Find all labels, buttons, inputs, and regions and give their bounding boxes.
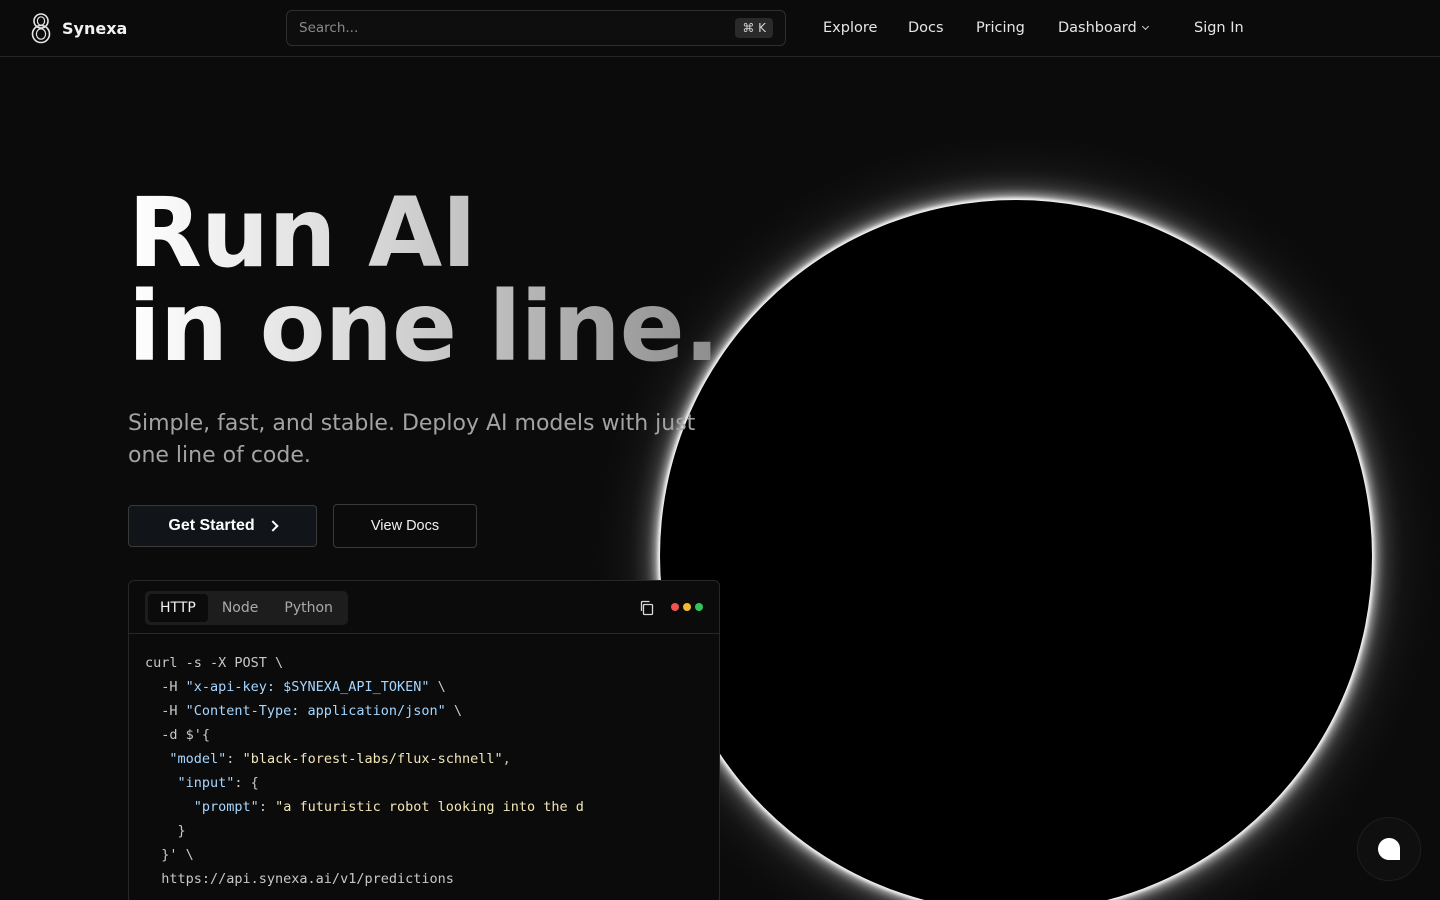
code-token: "model" xyxy=(169,751,227,767)
window-dots xyxy=(671,603,703,611)
search-box[interactable]: ⌘ K xyxy=(286,10,786,46)
code-line: "prompt": "a futuristic robot looking in… xyxy=(145,795,705,819)
code-token: } xyxy=(145,823,186,839)
code-token: "prompt" xyxy=(193,799,259,815)
get-started-button[interactable]: Get Started xyxy=(128,505,317,547)
brand-logo[interactable]: Synexa xyxy=(30,12,127,44)
code-line: https://api.synexa.ai/v1/predictions xyxy=(145,867,705,891)
code-block: curl -s -X POST \ -H "x-api-key: $SYNEXA… xyxy=(145,651,705,891)
chevron-right-icon xyxy=(266,520,279,532)
code-line: } xyxy=(145,819,705,843)
code-line: curl -s -X POST \ xyxy=(145,651,705,675)
hero-title-line-1: Run AI xyxy=(128,177,477,289)
code-token: "Content-Type: application/json" xyxy=(185,703,446,719)
top-nav: Synexa ⌘ K Explore Docs Pricing Dashboar… xyxy=(0,0,1440,57)
dot-yellow xyxy=(683,603,691,611)
nav-explore-link[interactable]: Explore xyxy=(823,18,877,38)
chevron-down-icon xyxy=(1141,22,1149,31)
code-token: -d $'{ xyxy=(145,727,211,743)
code-card-header: HTTP Node Python xyxy=(129,581,719,634)
nav-pricing-link[interactable]: Pricing xyxy=(976,18,1025,38)
code-token: \ xyxy=(429,679,446,695)
code-line: "model": "black-forest-labs/flux-schnell… xyxy=(145,747,705,771)
dot-red xyxy=(671,603,679,611)
brand-name: Synexa xyxy=(62,18,128,38)
dot-green xyxy=(695,603,703,611)
code-line: "input": { xyxy=(145,771,705,795)
code-token: : xyxy=(258,799,276,815)
code-token: -H xyxy=(145,703,186,719)
code-token: "input" xyxy=(177,775,235,791)
code-token: \ xyxy=(445,703,462,719)
code-token: , xyxy=(502,751,511,767)
search-input[interactable] xyxy=(287,11,727,45)
eclipse-orb-graphic xyxy=(660,200,1372,900)
language-tabs: HTTP Node Python xyxy=(145,591,348,625)
code-line: -H "x-api-key: $SYNEXA_API_TOKEN" \ xyxy=(145,675,705,699)
sign-in-link[interactable]: Sign In xyxy=(1194,18,1244,38)
hero-subtitle: Simple, fast, and stable. Deploy AI mode… xyxy=(128,411,696,468)
tab-node[interactable]: Node xyxy=(210,594,271,622)
get-started-label: Get Started xyxy=(168,517,255,534)
view-docs-button[interactable]: View Docs xyxy=(333,504,477,548)
tab-http[interactable]: HTTP xyxy=(148,594,208,622)
code-token: "black-forest-labs/flux-schnell" xyxy=(242,751,503,767)
nav-docs-link[interactable]: Docs xyxy=(908,18,944,38)
hero-title-line-2: in one line. xyxy=(128,271,720,383)
chat-widget-button[interactable] xyxy=(1357,817,1421,881)
search-shortcut-badge: ⌘ K xyxy=(735,18,773,38)
code-token: "a futuristic robot looking into the d xyxy=(275,799,584,815)
code-token: : { xyxy=(234,775,259,791)
code-token: -H xyxy=(145,679,186,695)
code-line: -H "Content-Type: application/json" \ xyxy=(145,699,705,723)
code-token: }' \ xyxy=(145,847,194,863)
code-token: : xyxy=(226,751,243,767)
code-token: curl -s -X POST \ xyxy=(145,655,284,671)
tab-python[interactable]: Python xyxy=(272,594,345,622)
code-token: https://api.synexa.ai/v1/predictions xyxy=(145,871,454,887)
copy-icon[interactable] xyxy=(639,600,655,616)
nav-dashboard-label: Dashboard xyxy=(1058,20,1137,36)
code-line: -d $'{ xyxy=(145,723,705,747)
code-line: }' \ xyxy=(145,843,705,867)
code-example-card: HTTP Node Python curl -s -X POST \ -H "x… xyxy=(128,580,720,900)
nav-dashboard-menu[interactable]: Dashboard xyxy=(1058,18,1149,38)
chat-bubble-icon xyxy=(1378,838,1400,860)
code-token: "x-api-key: $SYNEXA_API_TOKEN" xyxy=(185,679,430,695)
hero-title: Run AI in one line. xyxy=(128,186,719,374)
synexa-logo-icon xyxy=(31,13,51,44)
